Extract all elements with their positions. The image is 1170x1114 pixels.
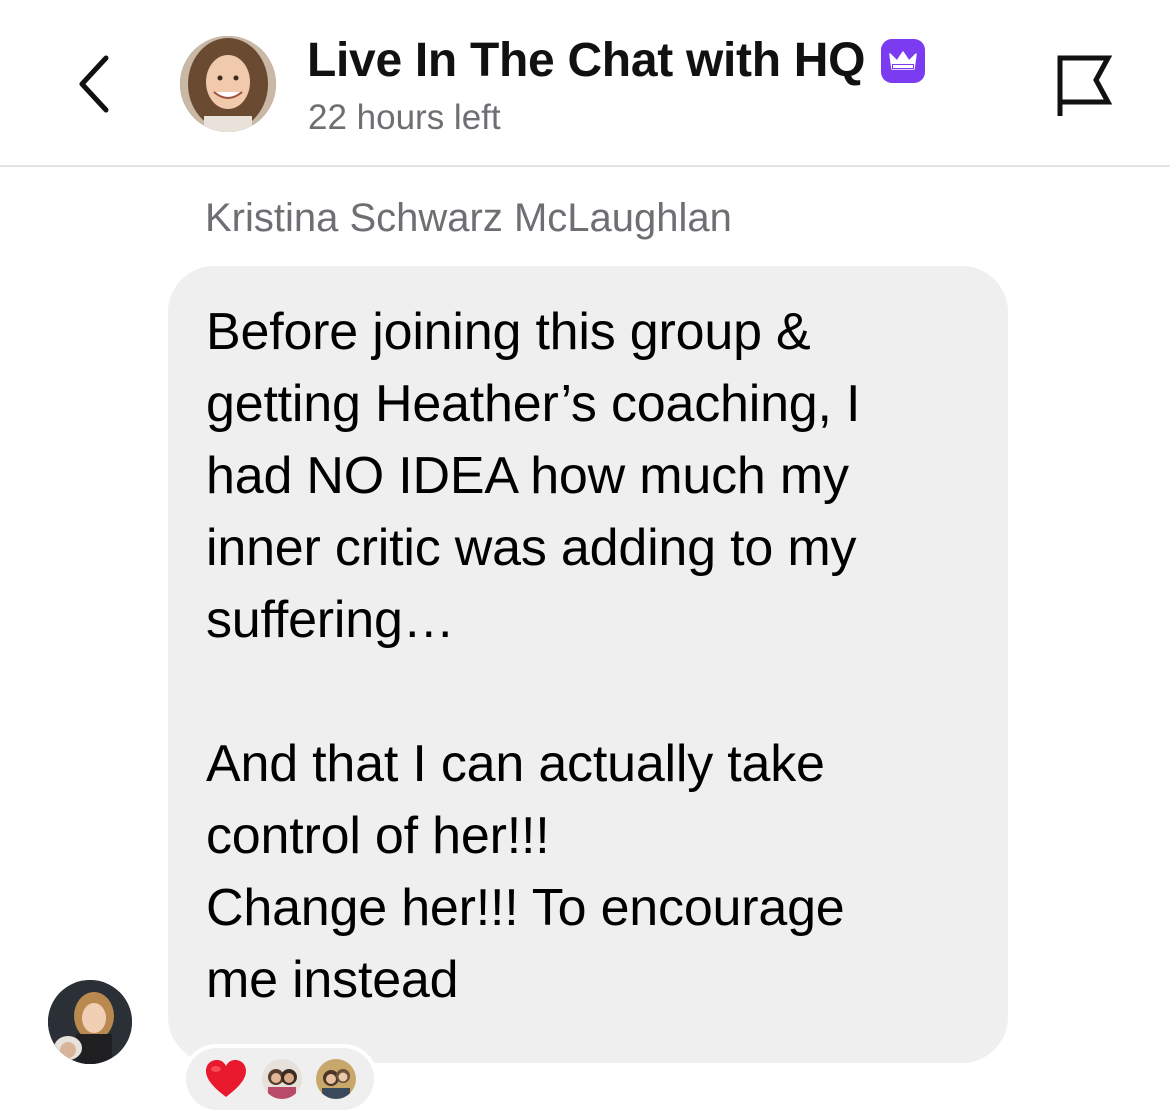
message-line: Change her!!! To encourage (206, 879, 845, 937)
sender-avatar-image (48, 980, 132, 1064)
crown-badge (881, 39, 926, 83)
reactor-avatar (262, 1059, 302, 1099)
chat-time-left: 22 hours left (308, 98, 501, 137)
back-button[interactable] (68, 48, 124, 120)
chat-title: Live In The Chat with HQ (307, 34, 866, 87)
message-bubble[interactable]: Before joining this group & getting Heat… (168, 266, 1008, 1063)
report-button[interactable] (1052, 50, 1116, 120)
reactions-bar[interactable] (182, 1044, 378, 1114)
message-line: Before joining this group & (206, 303, 811, 361)
crown-icon (889, 51, 917, 70)
sender-avatar[interactable] (48, 980, 132, 1064)
message-line (206, 656, 978, 728)
chat-header: Live In The Chat with HQ 22 hours left (0, 0, 1170, 167)
message-line: And that I can actually take (206, 735, 825, 793)
sender-name: Kristina Schwarz McLaughlan (205, 196, 732, 240)
message-line: inner critic was adding to my (206, 519, 857, 577)
reactor-avatar (316, 1059, 356, 1099)
flag-icon (1057, 55, 1113, 116)
message-line: control of her!!! (206, 807, 550, 865)
chat-avatar-image (180, 36, 276, 132)
message-line: had NO IDEA how much my (206, 447, 849, 505)
message-line: getting Heather’s coaching, I (206, 375, 861, 433)
chat-title-row: Live In The Chat with HQ (307, 32, 926, 90)
message-line: suffering… (206, 591, 455, 649)
chevron-left-icon (79, 55, 109, 113)
heart-icon (204, 1059, 248, 1099)
chat-avatar[interactable] (180, 36, 276, 132)
message-line: me instead (206, 951, 459, 1009)
